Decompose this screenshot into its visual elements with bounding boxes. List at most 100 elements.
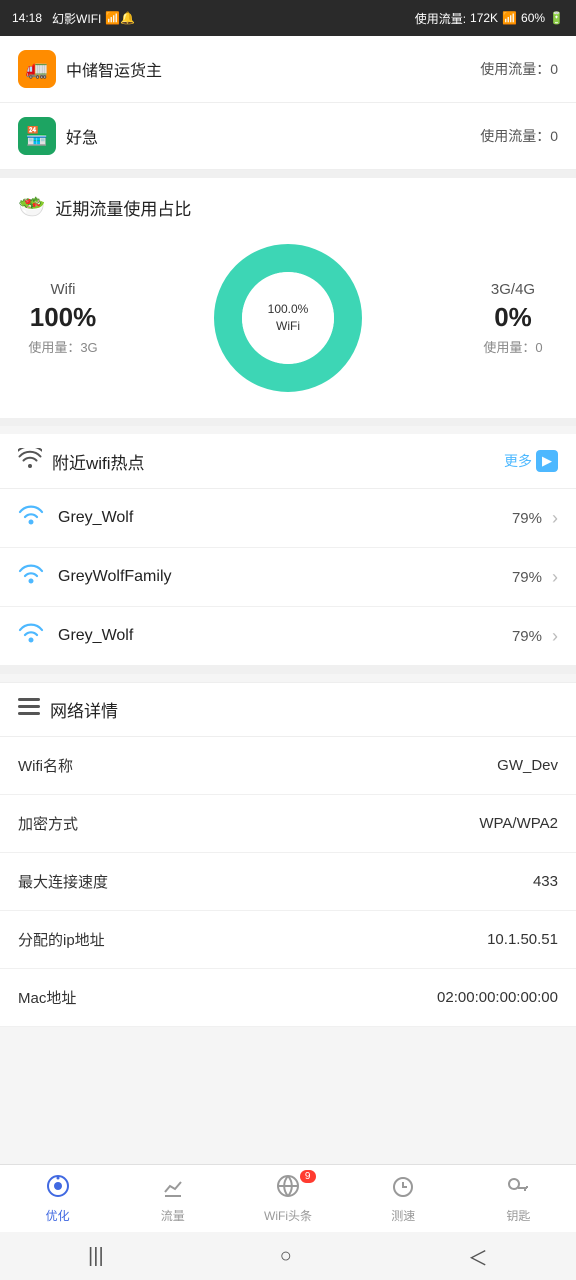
wifi-item-2[interactable]: Grey_Wolf 79% › — [0, 607, 576, 666]
wifi-name-key: Wifi名称 — [18, 755, 73, 776]
wifi-usage: 使用量：3G — [28, 337, 97, 356]
status-app-name: 幻影WIFI — [52, 10, 101, 27]
traffic-title-row: 🥗 近期流量使用占比 — [18, 194, 558, 220]
net-detail-max-speed: 最大连接速度 433 — [0, 853, 576, 911]
sys-home-btn[interactable]: ○ — [256, 1237, 316, 1276]
wifi-signal-icon-0 — [18, 505, 44, 531]
nav-wifi-news-badge: 9 — [300, 1170, 316, 1183]
app-item-1[interactable]: 🏪 好急 使用流量：0 — [0, 103, 576, 170]
wifi-more-link[interactable]: 更多 ▶ — [504, 450, 558, 472]
donut-pct: 100.0% — [268, 301, 309, 318]
traffic-section-title: 近期流量使用占比 — [55, 195, 191, 220]
ip-key: 分配的ip地址 — [18, 929, 105, 950]
network-details-icon — [18, 698, 40, 721]
cellular-pct: 0% — [494, 302, 532, 333]
wifi-name-1: GreyWolfFamily — [58, 568, 512, 586]
nav-wifi-news-icon — [276, 1174, 300, 1204]
divider-2 — [0, 418, 576, 426]
encryption-val: WPA/WPA2 — [479, 815, 558, 832]
wifi-name-2: Grey_Wolf — [58, 627, 512, 645]
wifi-chevron-2: › — [552, 626, 558, 647]
nav-speedtest-icon — [391, 1174, 415, 1204]
nav-traffic[interactable]: 流量 — [115, 1168, 230, 1230]
nav-optimize-icon — [46, 1174, 70, 1204]
divider-1 — [0, 170, 576, 178]
wifi-hotspots-title: 附近wifi热点 — [52, 449, 145, 474]
wifi-list: Grey_Wolf 79% › GreyWolfFamily 79% › — [0, 489, 576, 666]
system-navbar: ||| ○ ＜ — [0, 1232, 576, 1280]
nav-key-label: 钥匙 — [506, 1207, 530, 1224]
bottom-nav: 优化 流量 9 WiFi头条 测速 — [0, 1164, 576, 1232]
status-battery: 60% — [521, 11, 545, 25]
wifi-hotspots-left: 附近wifi热点 — [18, 448, 145, 474]
nav-wifi-news-label: WiFi头条 — [264, 1207, 312, 1224]
network-detail-list: Wifi名称 GW_Dev 加密方式 WPA/WPA2 最大连接速度 433 分… — [0, 737, 576, 1027]
app-traffic-label-1: 使用流量：0 — [480, 126, 558, 146]
app-icon-1: 🏪 — [18, 117, 56, 155]
max-speed-key: 最大连接速度 — [18, 871, 108, 892]
net-detail-ip: 分配的ip地址 10.1.50.51 — [0, 911, 576, 969]
battery-icon: 🔋 — [549, 11, 564, 25]
encryption-key: 加密方式 — [18, 813, 78, 834]
sys-menu-btn[interactable]: ||| — [64, 1237, 128, 1276]
status-bar: 14:18 幻影WIFI 📶🔔 使用流量: 172K 📶 60% 🔋 — [0, 0, 576, 36]
app-item-0[interactable]: 🚛 中储智运货主 使用流量：0 — [0, 36, 576, 103]
more-arrow-icon: ▶ — [536, 450, 558, 472]
cellular-usage: 使用量：0 — [483, 337, 542, 356]
traffic-section: 🥗 近期流量使用占比 Wifi 100% 使用量：3G 100.0% — [0, 178, 576, 418]
wifi-signal-icon-1 — [18, 564, 44, 590]
traffic-chart-row: Wifi 100% 使用量：3G 100.0% WiFi 3G/ — [18, 238, 558, 398]
wifi-chevron-0: › — [552, 508, 558, 529]
nav-optimize[interactable]: 优化 — [0, 1168, 115, 1230]
cellular-label: 3G/4G — [491, 281, 535, 298]
wifi-strength-1: 79% — [512, 569, 542, 586]
network-details-title: 网络详情 — [50, 697, 118, 722]
net-detail-wifi-name: Wifi名称 GW_Dev — [0, 737, 576, 795]
app-icon-0: 🚛 — [18, 50, 56, 88]
nav-speedtest-label: 测速 — [391, 1207, 415, 1224]
divider-3 — [0, 666, 576, 674]
status-traffic-value: 172K — [470, 11, 498, 25]
wifi-chevron-1: › — [552, 567, 558, 588]
wifi-strength-2: 79% — [512, 628, 542, 645]
wifi-pct: 100% — [30, 302, 97, 333]
wifi-item-1[interactable]: GreyWolfFamily 79% › — [0, 548, 576, 607]
status-icons: 📶🔔 — [105, 11, 135, 25]
sys-back-btn[interactable]: ＜ — [444, 1234, 512, 1279]
net-detail-encryption: 加密方式 WPA/WPA2 — [0, 795, 576, 853]
donut-center: 100.0% WiFi — [268, 301, 309, 335]
app-traffic-label-0: 使用流量：0 — [480, 59, 558, 79]
status-traffic-label: 使用流量: — [415, 10, 466, 27]
wifi-signal-icon-2 — [18, 623, 44, 649]
nav-wifi-news[interactable]: 9 WiFi头条 — [230, 1168, 345, 1230]
wifi-stat: Wifi 100% 使用量：3G — [18, 281, 108, 356]
mac-val: 02:00:00:00:00:00 — [437, 989, 558, 1006]
wifi-hotspots-header: 附近wifi热点 更多 ▶ — [0, 434, 576, 489]
wifi-strength-0: 79% — [512, 510, 542, 527]
network-details-header: 网络详情 — [0, 682, 576, 737]
app-name-1: 好急 — [66, 124, 470, 148]
donut-label: WiFi — [268, 318, 309, 335]
more-label: 更多 — [504, 451, 532, 471]
wifi-label: Wifi — [51, 281, 76, 298]
nav-traffic-label: 流量 — [161, 1207, 185, 1224]
mac-key: Mac地址 — [18, 987, 76, 1008]
status-signal: 📶 — [502, 11, 517, 25]
status-time: 14:18 — [12, 11, 42, 25]
nav-traffic-icon — [161, 1174, 185, 1204]
nav-optimize-label: 优化 — [46, 1207, 70, 1224]
nav-key-icon — [506, 1174, 530, 1204]
wifi-item-0[interactable]: Grey_Wolf 79% › — [0, 489, 576, 548]
wifi-name-0: Grey_Wolf — [58, 509, 512, 527]
donut-chart: 100.0% WiFi — [208, 238, 368, 398]
max-speed-val: 433 — [533, 873, 558, 890]
net-detail-mac: Mac地址 02:00:00:00:00:00 — [0, 969, 576, 1027]
nav-speedtest[interactable]: 测速 — [346, 1168, 461, 1230]
nav-key[interactable]: 钥匙 — [461, 1168, 576, 1230]
wifi-name-val: GW_Dev — [497, 757, 558, 774]
traffic-section-icon: 🥗 — [18, 194, 45, 220]
cellular-stat: 3G/4G 0% 使用量：0 — [468, 281, 558, 356]
ip-val: 10.1.50.51 — [487, 931, 558, 948]
wifi-hotspots-icon — [18, 448, 42, 474]
app-name-0: 中储智运货主 — [66, 57, 470, 81]
